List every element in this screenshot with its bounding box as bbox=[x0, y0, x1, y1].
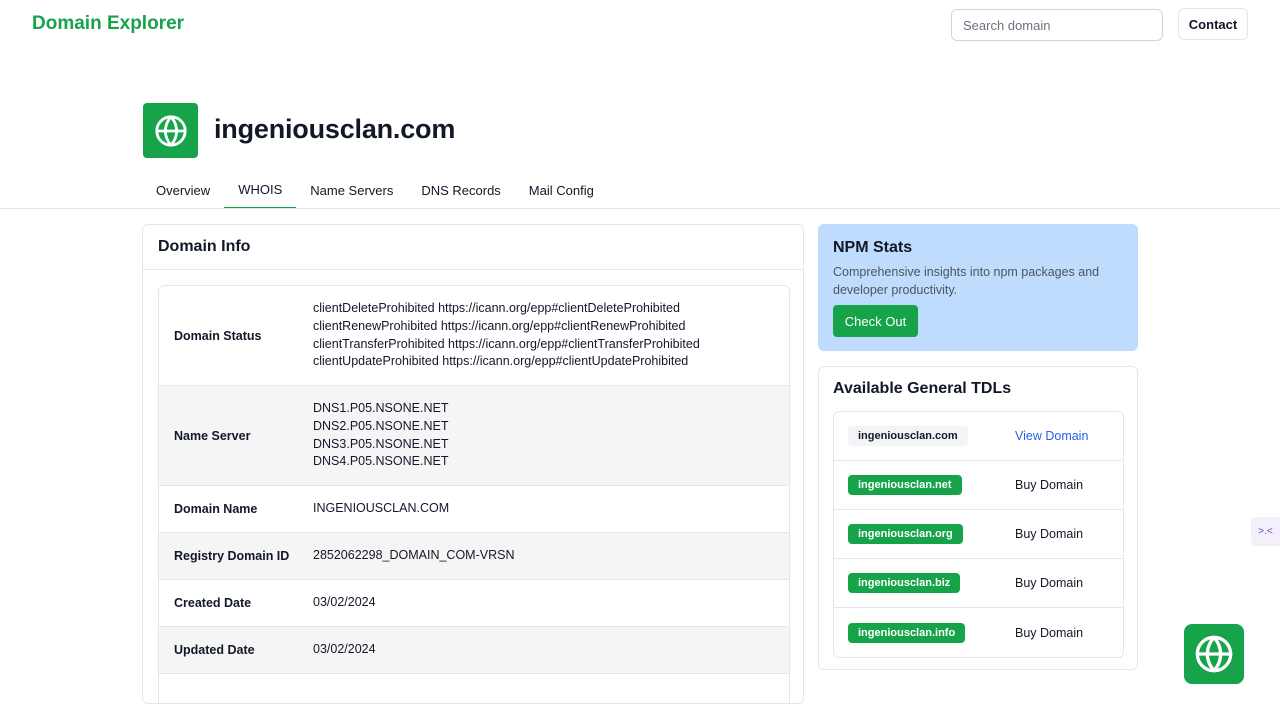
check-out-button[interactable]: Check Out bbox=[833, 305, 918, 337]
domain-badge: ingeniousclan.net bbox=[848, 475, 962, 495]
brand-logo[interactable]: Domain Explorer bbox=[32, 13, 184, 35]
contact-button[interactable]: Contact bbox=[1178, 8, 1248, 40]
value-line: clientTransferProhibited https://icann.o… bbox=[313, 336, 700, 351]
tab-name-servers[interactable]: Name Servers bbox=[296, 172, 407, 209]
domain-badge: ingeniousclan.com bbox=[848, 426, 968, 446]
row-key: Domain Name bbox=[174, 502, 258, 516]
buy-domain-link[interactable]: Buy Domain bbox=[1015, 527, 1083, 541]
tabs-divider bbox=[0, 208, 1280, 209]
side-widget-button[interactable]: >.< bbox=[1251, 517, 1280, 546]
search-input[interactable] bbox=[951, 9, 1163, 41]
table-row bbox=[159, 674, 789, 703]
npm-description: Comprehensive insights into npm packages… bbox=[833, 265, 1100, 297]
row-key: Created Date bbox=[174, 596, 252, 610]
top-bar: Domain Explorer Contact bbox=[0, 0, 1280, 50]
value-line: DNS3.P05.NSONE.NET bbox=[313, 436, 449, 451]
list-item: ingeniousclan.biz Buy Domain bbox=[834, 559, 1123, 608]
page-title: ingeniousclan.com bbox=[214, 114, 456, 144]
buy-domain-link[interactable]: Buy Domain bbox=[1015, 478, 1083, 492]
row-value: clientDeleteProhibited https://icann.org… bbox=[313, 300, 789, 370]
value-line: clientUpdateProhibited https://icann.org… bbox=[313, 354, 689, 369]
list-item: ingeniousclan.com View Domain bbox=[834, 412, 1123, 461]
domain-badge: ingeniousclan.biz bbox=[848, 573, 961, 593]
row-value: 2852062298_DOMAIN_COM-VRSN bbox=[313, 548, 515, 563]
globe-icon bbox=[143, 103, 198, 158]
tab-label: DNS Records bbox=[421, 183, 501, 198]
domain-badge: ingeniousclan.org bbox=[848, 524, 963, 544]
table-row: Domain Status clientDeleteProhibited htt… bbox=[159, 286, 789, 386]
row-value: INGENIOUSCLAN.COM bbox=[313, 501, 450, 516]
table-row: Created Date 03/02/2024 bbox=[159, 580, 789, 627]
value-line: clientDeleteProhibited https://icann.org… bbox=[313, 301, 680, 316]
value-line: DNS2.P05.NSONE.NET bbox=[313, 418, 449, 433]
row-key: Registry Domain ID bbox=[174, 549, 290, 563]
tab-label: WHOIS bbox=[238, 182, 283, 197]
value-line: DNS1.P05.NSONE.NET bbox=[313, 401, 449, 416]
domain-info-card: Domain Info Domain Status clientDeletePr… bbox=[142, 224, 804, 704]
card-title: Domain Info bbox=[143, 225, 803, 270]
tld-list: ingeniousclan.com View Domain ingeniousc… bbox=[833, 411, 1124, 658]
row-value: DNS1.P05.NSONE.NET DNS2.P05.NSONE.NET DN… bbox=[313, 400, 789, 470]
tab-label: Mail Config bbox=[528, 183, 594, 198]
tab-dns-records[interactable]: DNS Records bbox=[407, 172, 514, 209]
table-row: Name Server DNS1.P05.NSONE.NET DNS2.P05.… bbox=[159, 386, 789, 486]
available-tlds-card: Available General TDLs ingeniousclan.com… bbox=[818, 366, 1138, 670]
row-value: 03/02/2024 bbox=[313, 595, 376, 610]
tab-mail-config[interactable]: Mail Config bbox=[515, 172, 608, 209]
value-line: DNS4.P05.NSONE.NET bbox=[313, 454, 449, 469]
npm-title: NPM Stats bbox=[833, 239, 913, 256]
floating-globe-button[interactable] bbox=[1184, 624, 1244, 684]
table-row: Domain Name INGENIOUSCLAN.COM bbox=[159, 486, 789, 533]
tab-label: Name Servers bbox=[310, 183, 394, 198]
buy-domain-link[interactable]: Buy Domain bbox=[1015, 576, 1083, 590]
domain-badge: ingeniousclan.info bbox=[848, 622, 966, 643]
globe-icon bbox=[1194, 634, 1234, 674]
whois-table: Domain Status clientDeleteProhibited htt… bbox=[158, 285, 790, 703]
npm-stats-card: NPM Stats Comprehensive insights into np… bbox=[818, 224, 1138, 351]
list-item: ingeniousclan.info Buy Domain bbox=[834, 608, 1123, 657]
table-row: Registry Domain ID 2852062298_DOMAIN_COM… bbox=[159, 533, 789, 580]
tab-overview[interactable]: Overview bbox=[142, 172, 224, 209]
row-key: Name Server bbox=[174, 428, 251, 443]
tab-label: Overview bbox=[156, 183, 211, 198]
list-item: ingeniousclan.net Buy Domain bbox=[834, 461, 1123, 510]
tlds-title: Available General TDLs bbox=[833, 380, 1012, 397]
row-key: Domain Status bbox=[174, 328, 262, 343]
value-line: clientRenewProhibited https://icann.org/… bbox=[313, 318, 686, 333]
tab-whois[interactable]: WHOIS bbox=[224, 172, 297, 209]
list-item: ingeniousclan.org Buy Domain bbox=[834, 510, 1123, 559]
buy-domain-link[interactable]: Buy Domain bbox=[1015, 626, 1083, 640]
row-value: 03/02/2024 bbox=[313, 642, 376, 657]
tab-bar: Overview WHOIS Name Servers DNS Records … bbox=[142, 172, 608, 209]
view-domain-link[interactable]: View Domain bbox=[1015, 429, 1088, 443]
table-row: Updated Date 03/02/2024 bbox=[159, 627, 789, 674]
row-key: Updated Date bbox=[174, 643, 255, 657]
